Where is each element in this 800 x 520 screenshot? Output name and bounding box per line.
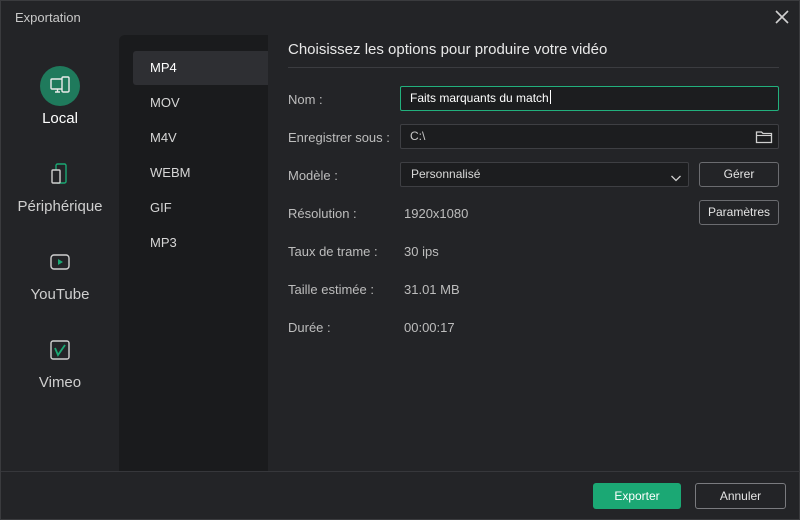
destination-device-label: Périphérique <box>17 198 103 215</box>
format-item-m4v[interactable]: M4V <box>133 121 268 155</box>
name-label: Nom : <box>288 92 323 107</box>
duration-label: Durée : <box>288 320 331 335</box>
framerate-value: 30 ips <box>404 244 439 259</box>
text-caret <box>549 90 551 104</box>
chevron-down-icon <box>670 169 682 182</box>
destination-local[interactable]: Local <box>1 66 119 146</box>
heading-divider <box>288 67 779 68</box>
youtube-icon <box>40 242 80 282</box>
window-title: Exportation <box>15 10 81 25</box>
framerate-label: Taux de trame : <box>288 244 378 259</box>
destination-device[interactable]: Périphérique <box>1 154 119 234</box>
save-location-label: Enregistrer sous : <box>288 130 390 145</box>
destination-sidebar: Local Périphérique YouTube Vimeo <box>1 35 119 471</box>
footer-divider <box>1 471 800 472</box>
destination-youtube[interactable]: YouTube <box>1 242 119 322</box>
format-list: MP4 MOV M4V WEBM GIF MP3 <box>119 35 268 471</box>
format-item-webm[interactable]: WEBM <box>133 156 268 190</box>
export-button[interactable]: Exporter <box>593 483 681 509</box>
name-field-value: Faits marquants du match <box>410 91 549 105</box>
format-item-mov[interactable]: MOV <box>133 86 268 120</box>
model-select[interactable]: Personnalisé <box>400 162 689 187</box>
duration-value: 00:00:17 <box>404 320 455 335</box>
destination-vimeo-label: Vimeo <box>38 374 82 391</box>
estimated-size-value: 31.01 MB <box>404 282 460 297</box>
save-location-value: C:\ <box>410 129 426 143</box>
close-icon[interactable] <box>771 6 793 28</box>
manage-button[interactable]: Gérer <box>699 162 779 187</box>
destination-local-label: Local <box>42 110 78 127</box>
resolution-value: 1920x1080 <box>404 206 469 221</box>
settings-button[interactable]: Paramètres <box>699 200 779 225</box>
format-item-mp3[interactable]: MP3 <box>133 226 268 260</box>
format-item-mp4[interactable]: MP4 <box>133 51 268 85</box>
save-location-field[interactable]: C:\ <box>400 124 779 149</box>
folder-icon[interactable] <box>755 128 773 146</box>
cancel-button[interactable]: Annuler <box>695 483 786 509</box>
format-item-gif[interactable]: GIF <box>133 191 268 225</box>
device-icon <box>40 154 80 194</box>
name-field[interactable]: Faits marquants du match <box>400 86 779 111</box>
computer-phone-icon <box>40 66 80 106</box>
model-select-value: Personnalisé <box>411 167 481 181</box>
vimeo-icon <box>40 330 80 370</box>
destination-youtube-label: YouTube <box>30 286 90 303</box>
title-bar: Exportation <box>1 1 800 35</box>
model-label: Modèle : <box>288 168 338 183</box>
page-title: Choisissez les options pour produire vot… <box>288 41 608 58</box>
export-dialog: Exportation Local Périphérique YouTube V… <box>0 0 800 520</box>
estimated-size-label: Taille estimée : <box>288 282 374 297</box>
destination-vimeo[interactable]: Vimeo <box>1 330 119 410</box>
resolution-label: Résolution : <box>288 206 357 221</box>
